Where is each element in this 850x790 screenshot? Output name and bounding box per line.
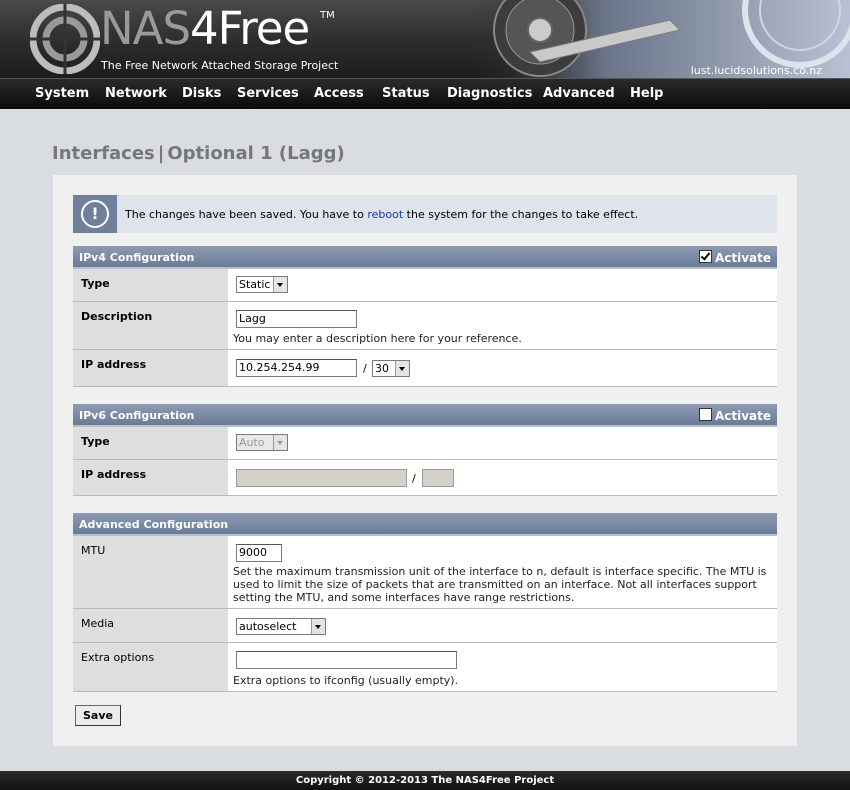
media-label: Media bbox=[81, 617, 115, 630]
ipv6-ip-label: IP address bbox=[81, 468, 147, 481]
ipv6-ip-slash: / bbox=[412, 472, 416, 485]
info-message: ! The changes have been saved. You have … bbox=[73, 195, 777, 233]
advanced-section-title: Advanced Configuration bbox=[79, 518, 229, 531]
mtu-row: MTU 9000 Set the maximum transmission un… bbox=[73, 536, 777, 609]
info-icon: ! bbox=[73, 195, 117, 233]
nav-status[interactable]: Status bbox=[382, 86, 430, 101]
ipv4-activate[interactable]: Activate bbox=[698, 250, 771, 265]
breadcrumb-interfaces[interactable]: Interfaces bbox=[52, 143, 155, 164]
advanced-section-header: Advanced Configuration bbox=[73, 513, 777, 536]
nav-disks[interactable]: Disks bbox=[182, 86, 221, 101]
reboot-link[interactable]: reboot bbox=[367, 208, 403, 221]
ipv6-section-header: IPv6 Configuration Activate bbox=[73, 404, 777, 427]
extra-options-row: Extra options Extra options to ifconfig … bbox=[73, 643, 777, 692]
breadcrumb-separator: | bbox=[157, 143, 165, 164]
ipv4-type-label: Type bbox=[81, 277, 110, 290]
chevron-down-icon bbox=[273, 277, 287, 292]
ipv4-type-row: Type Static bbox=[73, 269, 777, 302]
ipv4-ip-input[interactable]: 10.254.254.99 bbox=[236, 359, 357, 377]
ipv4-ip-slash: / bbox=[363, 362, 367, 375]
ipv4-ip-label: IP address bbox=[81, 358, 147, 371]
ipv6-ip-input[interactable] bbox=[236, 469, 407, 487]
extra-options-help: Extra options to ifconfig (usually empty… bbox=[233, 674, 459, 687]
tagline: The Free Network Attached Storage Projec… bbox=[101, 59, 339, 72]
main-nav: System Network Disks Services Access Sta… bbox=[0, 78, 850, 109]
ipv4-ip-row: IP address 10.254.254.99 / 30 bbox=[73, 350, 777, 387]
mtu-input[interactable]: 9000 bbox=[236, 544, 282, 562]
ipv4-section-title: IPv4 Configuration bbox=[79, 251, 195, 264]
footer-copyright: Copyright © 2012-2013 The NAS4Free Proje… bbox=[0, 771, 850, 790]
page-title: Interfaces | Optional 1 (Lagg) bbox=[52, 143, 345, 164]
ipv6-section-title: IPv6 Configuration bbox=[79, 409, 195, 422]
nav-network[interactable]: Network bbox=[105, 86, 167, 101]
nav-system[interactable]: System bbox=[35, 86, 89, 101]
ipv6-ip-row: IP address / bbox=[73, 460, 777, 496]
info-message-text: The changes have been saved. You have to… bbox=[125, 208, 639, 221]
nav-access[interactable]: Access bbox=[314, 86, 364, 101]
ipv6-prefix-input[interactable] bbox=[422, 469, 454, 487]
nav-diagnostics[interactable]: Diagnostics bbox=[447, 86, 532, 101]
media-row: Media autoselect bbox=[73, 609, 777, 643]
extra-options-label: Extra options bbox=[81, 651, 155, 664]
mtu-help: Set the maximum transmission unit of the… bbox=[233, 565, 767, 604]
chevron-down-icon bbox=[395, 361, 409, 376]
ipv6-activate-checkbox[interactable] bbox=[698, 408, 712, 421]
nav-services[interactable]: Services bbox=[237, 86, 299, 101]
chevron-down-icon bbox=[273, 435, 287, 450]
extra-options-input[interactable] bbox=[236, 651, 457, 669]
save-button[interactable]: Save bbox=[75, 705, 121, 726]
ipv4-description-input[interactable]: Lagg bbox=[236, 310, 357, 328]
mtu-label: MTU bbox=[81, 544, 106, 557]
logo-trademark: TM bbox=[320, 10, 335, 21]
nas4free-logo-icon bbox=[30, 4, 100, 74]
ipv4-section-header: IPv4 Configuration Activate bbox=[73, 246, 777, 269]
ipv4-type-select[interactable]: Static bbox=[236, 276, 288, 293]
ipv4-activate-checkbox[interactable] bbox=[698, 250, 712, 263]
hostname: lust.lucidsolutions.co.nz bbox=[690, 64, 822, 77]
breadcrumb-current: Optional 1 (Lagg) bbox=[167, 143, 345, 164]
nav-advanced[interactable]: Advanced bbox=[543, 86, 615, 101]
ipv6-activate[interactable]: Activate bbox=[698, 408, 771, 423]
nav-help[interactable]: Help bbox=[630, 86, 663, 101]
media-select[interactable]: autoselect bbox=[236, 618, 326, 635]
ipv4-description-help: You may enter a description here for you… bbox=[233, 332, 522, 345]
chevron-down-icon bbox=[311, 619, 325, 634]
ipv6-type-row: Type Auto bbox=[73, 427, 777, 460]
logo-wordmark: NAS4Free bbox=[100, 2, 310, 55]
ipv6-type-select[interactable]: Auto bbox=[236, 434, 288, 451]
ipv4-mask-select[interactable]: 30 bbox=[372, 360, 410, 377]
ipv6-type-label: Type bbox=[81, 435, 110, 448]
header-banner: NAS4Free TM The Free Network Attached St… bbox=[0, 0, 850, 78]
ipv4-description-row: Description Lagg You may enter a descrip… bbox=[73, 302, 777, 350]
ipv4-description-label: Description bbox=[81, 310, 153, 323]
